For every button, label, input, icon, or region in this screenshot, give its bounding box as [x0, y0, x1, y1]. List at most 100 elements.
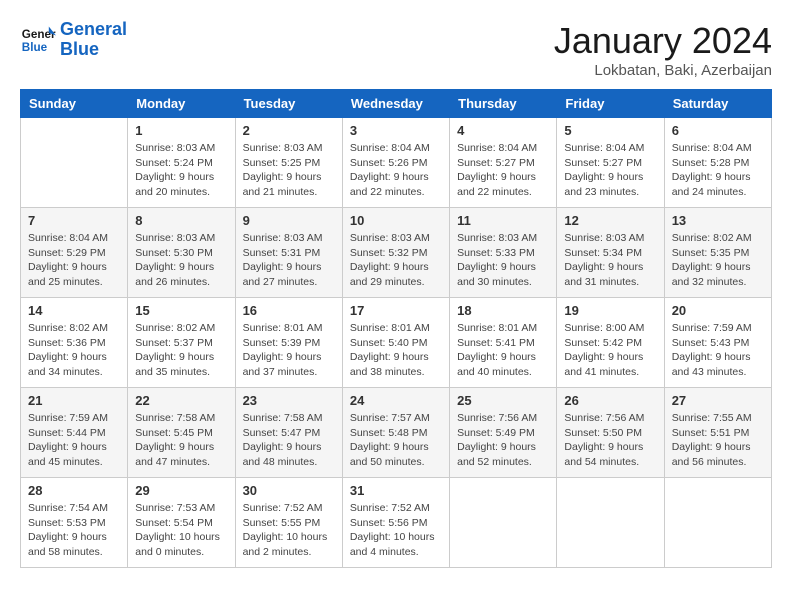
day-number: 19 — [564, 303, 656, 318]
calendar-cell: 29 Sunrise: 7:53 AMSunset: 5:54 PMDayligh… — [128, 478, 235, 568]
calendar-cell — [450, 478, 557, 568]
day-info: Sunrise: 8:02 AMSunset: 5:36 PMDaylight:… — [28, 321, 120, 380]
logo-text: GeneralBlue — [60, 20, 127, 60]
day-number: 23 — [243, 393, 335, 408]
day-number: 11 — [457, 213, 549, 228]
calendar-cell: 13 Sunrise: 8:02 AMSunset: 5:35 PMDayligh… — [664, 208, 771, 298]
calendar-cell — [557, 478, 664, 568]
calendar-cell: 25Sunrise: 7:56 AMSunset: 5:49 PMDayligh… — [450, 388, 557, 478]
calendar-cell: 17Sunrise: 8:01 AMSunset: 5:40 PMDayligh… — [342, 298, 449, 388]
calendar-cell: 12Sunrise: 8:03 AMSunset: 5:34 PMDayligh… — [557, 208, 664, 298]
day-info: Sunrise: 8:03 AMSunset: 5:34 PMDaylight:… — [564, 231, 656, 290]
calendar-cell: 30 Sunrise: 7:52 AMSunset: 5:55 PMDayligh… — [235, 478, 342, 568]
day-info: Sunrise: 8:02 AMSunset: 5:35 PMDaylight:… — [672, 231, 764, 290]
day-number: 30 — [243, 483, 335, 498]
day-number: 31 — [350, 483, 442, 498]
weekday-header-thursday: Thursday — [450, 90, 557, 118]
day-info: Sunrise: 8:04 AMSunset: 5:29 PMDaylight:… — [28, 231, 120, 290]
weekday-header-sunday: Sunday — [21, 90, 128, 118]
day-number: 5 — [564, 123, 656, 138]
day-info: Sunrise: 8:04 AMSunset: 5:27 PMDaylight:… — [564, 141, 656, 200]
weekday-header-tuesday: Tuesday — [235, 90, 342, 118]
calendar-cell: 9 Sunrise: 8:03 AMSunset: 5:31 PMDaylight… — [235, 208, 342, 298]
title-section: January 2024 Lokbatan, Baki, Azerbaijan — [554, 20, 772, 79]
weekday-header-saturday: Saturday — [664, 90, 771, 118]
weekday-header-wednesday: Wednesday — [342, 90, 449, 118]
calendar-cell — [21, 118, 128, 208]
day-info: Sunrise: 8:04 AMSunset: 5:27 PMDaylight:… — [457, 141, 549, 200]
calendar-cell: 3Sunrise: 8:04 AMSunset: 5:26 PMDaylight… — [342, 118, 449, 208]
location: Lokbatan, Baki, Azerbaijan — [554, 62, 772, 79]
calendar-cell: 26 Sunrise: 7:56 AMSunset: 5:50 PMDayligh… — [557, 388, 664, 478]
day-info: Sunrise: 7:59 AMSunset: 5:43 PMDaylight:… — [672, 321, 764, 380]
day-info: Sunrise: 7:55 AMSunset: 5:51 PMDaylight:… — [672, 411, 764, 470]
day-info: Sunrise: 8:04 AMSunset: 5:28 PMDaylight:… — [672, 141, 764, 200]
calendar-cell: 14Sunrise: 8:02 AMSunset: 5:36 PMDayligh… — [21, 298, 128, 388]
day-number: 21 — [28, 393, 120, 408]
weekday-header-monday: Monday — [128, 90, 235, 118]
page-header: General Blue GeneralBlue January 2024 Lo… — [20, 20, 772, 79]
day-info: Sunrise: 7:52 AMSunset: 5:55 PMDaylight:… — [243, 501, 335, 560]
calendar-cell: 6 Sunrise: 8:04 AMSunset: 5:28 PMDaylight… — [664, 118, 771, 208]
calendar-cell: 18 Sunrise: 8:01 AMSunset: 5:41 PMDayligh… — [450, 298, 557, 388]
weekday-header-friday: Friday — [557, 90, 664, 118]
day-info: Sunrise: 7:56 AMSunset: 5:50 PMDaylight:… — [564, 411, 656, 470]
calendar-cell: 8Sunrise: 8:03 AMSunset: 5:30 PMDaylight… — [128, 208, 235, 298]
day-number: 6 — [672, 123, 764, 138]
calendar-cell: 24Sunrise: 7:57 AMSunset: 5:48 PMDayligh… — [342, 388, 449, 478]
day-info: Sunrise: 8:03 AMSunset: 5:25 PMDaylight:… — [243, 141, 335, 200]
calendar-cell: 22 Sunrise: 7:58 AMSunset: 5:45 PMDayligh… — [128, 388, 235, 478]
day-info: Sunrise: 8:03 AMSunset: 5:32 PMDaylight:… — [350, 231, 442, 290]
day-info: Sunrise: 8:01 AMSunset: 5:39 PMDaylight:… — [243, 321, 335, 380]
day-info: Sunrise: 8:03 AMSunset: 5:33 PMDaylight:… — [457, 231, 549, 290]
calendar-cell: 5 Sunrise: 8:04 AMSunset: 5:27 PMDaylight… — [557, 118, 664, 208]
logo: General Blue GeneralBlue — [20, 20, 127, 60]
day-info: Sunrise: 7:56 AMSunset: 5:49 PMDaylight:… — [457, 411, 549, 470]
calendar-cell: 31 Sunrise: 7:52 AMSunset: 5:56 PMDayligh… — [342, 478, 449, 568]
day-info: Sunrise: 8:00 AMSunset: 5:42 PMDaylight:… — [564, 321, 656, 380]
day-info: Sunrise: 7:52 AMSunset: 5:56 PMDaylight:… — [350, 501, 442, 560]
day-info: Sunrise: 8:03 AMSunset: 5:30 PMDaylight:… — [135, 231, 227, 290]
day-number: 4 — [457, 123, 549, 138]
day-number: 18 — [457, 303, 549, 318]
day-info: Sunrise: 8:03 AMSunset: 5:31 PMDaylight:… — [243, 231, 335, 290]
calendar-cell: 11 Sunrise: 8:03 AMSunset: 5:33 PMDayligh… — [450, 208, 557, 298]
day-number: 9 — [243, 213, 335, 228]
calendar-cell: 21 Sunrise: 7:59 AMSunset: 5:44 PMDayligh… — [21, 388, 128, 478]
day-number: 29 — [135, 483, 227, 498]
svg-text:Blue: Blue — [22, 41, 48, 54]
calendar-cell: 7 Sunrise: 8:04 AMSunset: 5:29 PMDaylight… — [21, 208, 128, 298]
day-info: Sunrise: 7:53 AMSunset: 5:54 PMDaylight:… — [135, 501, 227, 560]
day-number: 7 — [28, 213, 120, 228]
day-info: Sunrise: 8:01 AMSunset: 5:41 PMDaylight:… — [457, 321, 549, 380]
week-row-2: 7 Sunrise: 8:04 AMSunset: 5:29 PMDaylight… — [21, 208, 772, 298]
calendar-cell: 2 Sunrise: 8:03 AMSunset: 5:25 PMDaylight… — [235, 118, 342, 208]
calendar-cell: 4 Sunrise: 8:04 AMSunset: 5:27 PMDaylight… — [450, 118, 557, 208]
day-number: 13 — [672, 213, 764, 228]
calendar-cell: 19 Sunrise: 8:00 AMSunset: 5:42 PMDayligh… — [557, 298, 664, 388]
week-row-4: 21 Sunrise: 7:59 AMSunset: 5:44 PMDayligh… — [21, 388, 772, 478]
day-number: 17 — [350, 303, 442, 318]
calendar-cell: 28 Sunrise: 7:54 AMSunset: 5:53 PMDayligh… — [21, 478, 128, 568]
day-info: Sunrise: 7:58 AMSunset: 5:45 PMDaylight:… — [135, 411, 227, 470]
day-number: 22 — [135, 393, 227, 408]
day-number: 28 — [28, 483, 120, 498]
day-number: 26 — [564, 393, 656, 408]
logo-icon: General Blue — [20, 22, 56, 58]
day-info: Sunrise: 7:57 AMSunset: 5:48 PMDaylight:… — [350, 411, 442, 470]
day-info: Sunrise: 7:59 AMSunset: 5:44 PMDaylight:… — [28, 411, 120, 470]
week-row-3: 14Sunrise: 8:02 AMSunset: 5:36 PMDayligh… — [21, 298, 772, 388]
week-row-5: 28 Sunrise: 7:54 AMSunset: 5:53 PMDayligh… — [21, 478, 772, 568]
calendar-cell: 10Sunrise: 8:03 AMSunset: 5:32 PMDayligh… — [342, 208, 449, 298]
day-info: Sunrise: 8:02 AMSunset: 5:37 PMDaylight:… — [135, 321, 227, 380]
day-info: Sunrise: 8:04 AMSunset: 5:26 PMDaylight:… — [350, 141, 442, 200]
calendar-cell: 1Sunrise: 8:03 AMSunset: 5:24 PMDaylight… — [128, 118, 235, 208]
day-number: 1 — [135, 123, 227, 138]
day-info: Sunrise: 7:58 AMSunset: 5:47 PMDaylight:… — [243, 411, 335, 470]
calendar-table: SundayMondayTuesdayWednesdayThursdayFrid… — [20, 89, 772, 568]
day-number: 2 — [243, 123, 335, 138]
weekday-header-row: SundayMondayTuesdayWednesdayThursdayFrid… — [21, 90, 772, 118]
calendar-cell: 15Sunrise: 8:02 AMSunset: 5:37 PMDayligh… — [128, 298, 235, 388]
calendar-cell: 16Sunrise: 8:01 AMSunset: 5:39 PMDayligh… — [235, 298, 342, 388]
day-info: Sunrise: 7:54 AMSunset: 5:53 PMDaylight:… — [28, 501, 120, 560]
